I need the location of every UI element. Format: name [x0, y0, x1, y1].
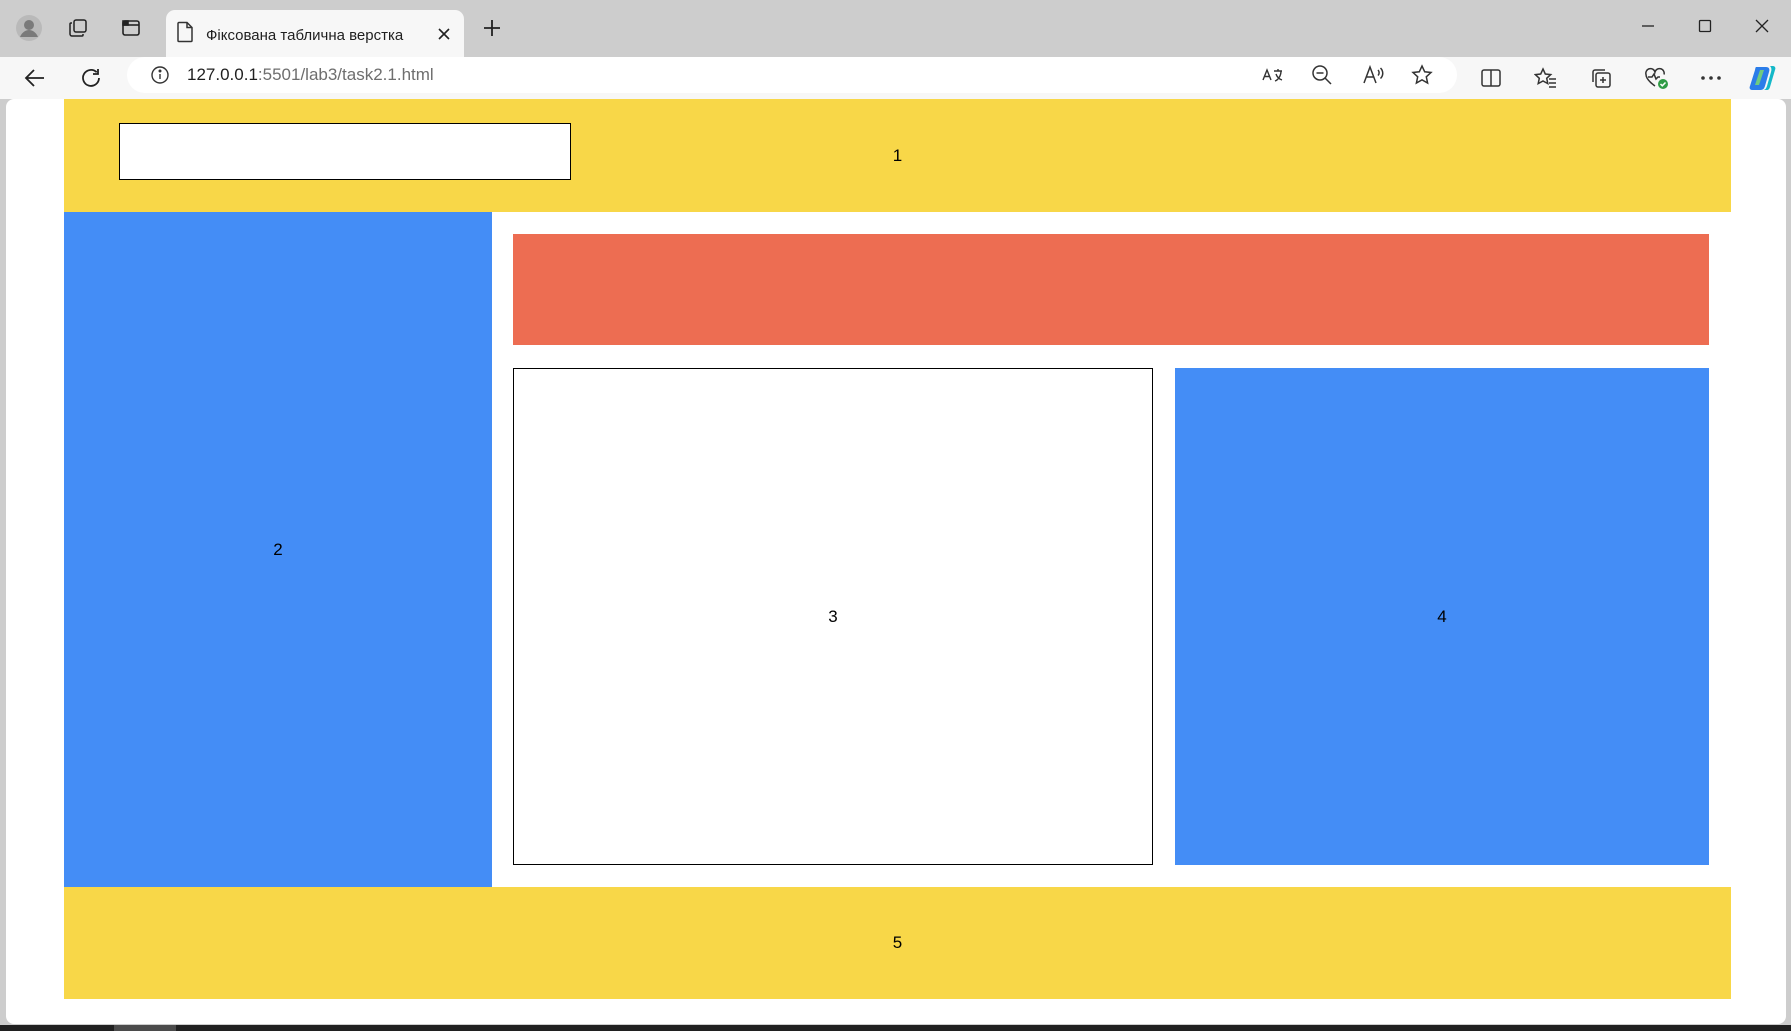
url-text[interactable]: 127.0.0.1:5501/lab3/task2.1.html	[187, 65, 434, 85]
footer-label: 5	[892, 933, 903, 952]
split-screen-icon[interactable]	[1473, 60, 1509, 96]
taskbar-highlight	[114, 1025, 176, 1031]
read-aloud-icon[interactable]	[1357, 59, 1389, 91]
aside-block: 4	[1175, 368, 1709, 865]
taskbar-strip	[0, 1025, 1791, 1031]
active-tab[interactable]: Фіксована таблична верстка	[166, 10, 464, 58]
url-path: :5501/lab3/task2.1.html	[257, 65, 434, 84]
browser-titlebar: Фіксована таблична верстка	[0, 0, 1791, 58]
header-block: 1	[64, 99, 1731, 212]
sidebar-label: 2	[273, 539, 283, 559]
browser-essentials-icon[interactable]	[1638, 60, 1674, 96]
refresh-icon[interactable]	[73, 60, 109, 96]
content-label: 3	[828, 606, 838, 626]
collections-icon[interactable]	[1583, 60, 1619, 96]
favorite-star-icon[interactable]	[1406, 59, 1438, 91]
browser-toolbar: 127.0.0.1:5501/lab3/task2.1.html	[0, 57, 1791, 99]
zoom-out-icon[interactable]	[1306, 59, 1338, 91]
close-window-icon[interactable]	[1738, 6, 1786, 46]
maximize-icon[interactable]	[1681, 6, 1729, 46]
header-white-box	[119, 123, 571, 180]
profile-icon[interactable]	[11, 10, 47, 46]
site-info-icon[interactable]	[144, 59, 176, 91]
translate-icon[interactable]	[1257, 59, 1289, 91]
sidebar-block: 2	[64, 212, 492, 887]
close-icon[interactable]	[432, 22, 456, 46]
aside-label: 4	[1437, 606, 1447, 626]
url-host: 127.0.0.1	[187, 65, 258, 84]
file-icon	[176, 21, 194, 43]
more-icon[interactable]	[1693, 60, 1729, 96]
footer-block: 5	[64, 887, 1731, 999]
workspaces-icon[interactable]	[60, 10, 96, 46]
back-icon[interactable]	[17, 60, 53, 96]
header-label: 1	[892, 145, 903, 165]
minimize-icon[interactable]	[1624, 6, 1672, 46]
vertical-tabs-icon[interactable]	[113, 10, 149, 46]
tab-title: Фіксована таблична верстка	[206, 27, 404, 44]
page-viewport: 1 2 3 4 5	[6, 99, 1786, 1024]
copilot-icon[interactable]	[1745, 60, 1781, 96]
favorites-icon[interactable]	[1528, 60, 1564, 96]
content-block: 3	[513, 368, 1153, 865]
address-bar[interactable]: 127.0.0.1:5501/lab3/task2.1.html	[127, 57, 1457, 93]
new-tab-icon[interactable]	[474, 10, 510, 46]
banner-block	[513, 234, 1709, 345]
